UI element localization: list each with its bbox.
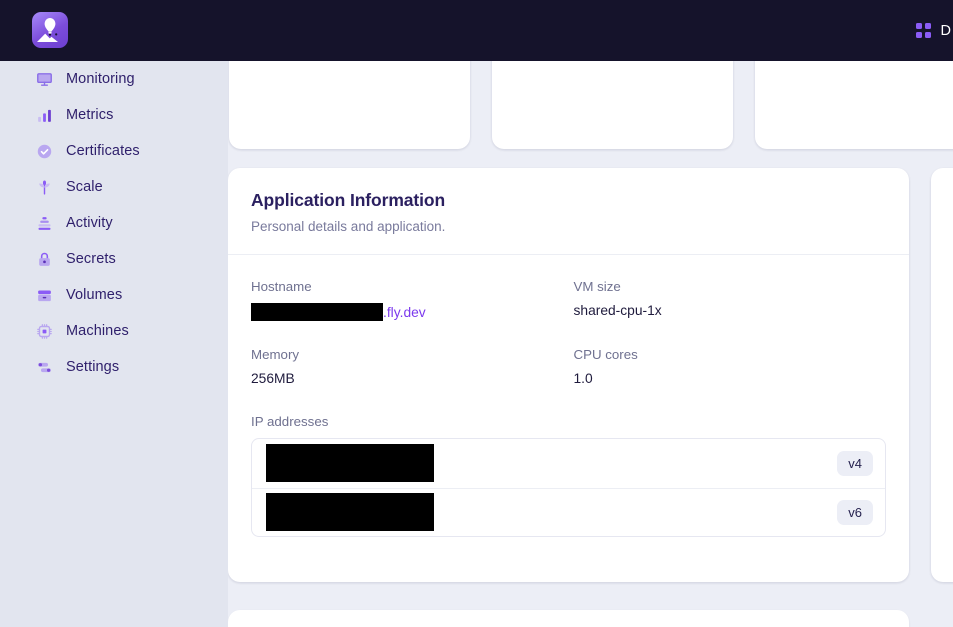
ip-address-list: v4 v6 [251,438,886,537]
grid-icon[interactable] [916,23,931,38]
field-value: 1.0 [574,371,887,386]
user-menu-label[interactable]: D [941,23,951,39]
field-label: VM size [574,279,887,294]
field-label: IP addresses [251,414,886,429]
sidebar-item-monitoring[interactable]: Monitoring [0,61,228,97]
sidebar-item-secrets[interactable]: Secrets [0,241,228,277]
sidebar-item-settings[interactable]: Settings [0,349,228,385]
sidebar-item-label: Activity [66,216,113,231]
field-vm-size: VM size shared-cpu-1x [574,279,887,321]
field-hostname: Hostname .fly.dev [251,279,564,321]
header-right-group: D [916,0,953,61]
cpu-chip-icon [35,322,53,340]
field-value: shared-cpu-1x [574,303,887,318]
ip-addresses-section: IP addresses v4 v6 [251,414,886,537]
sidebar-item-label: Volumes [66,288,122,303]
check-badge-icon [35,142,53,160]
sidebar-item-label: Certificates [66,144,140,159]
field-label: Memory [251,347,564,362]
sidebar-item-metrics[interactable]: Metrics [0,97,228,133]
app-root: 18 B/s 10 B/s 228 MB/238 MB [0,0,953,627]
sidebar-item-label: Machines [66,324,129,339]
sidebar-item-volumes[interactable]: Volumes [0,277,228,313]
redacted-hostname [251,303,383,321]
sidebar: Monitoring Metrics [0,0,228,627]
redacted-ip-v4 [266,444,434,482]
sidebar-item-label: Scale [66,180,103,195]
bottom-card [228,610,909,627]
sidebar-nav: Monitoring Metrics [0,61,228,385]
status-badge: v6 [837,500,873,525]
bar-chart-icon [35,106,53,124]
card-header: Application Information Personal details… [228,168,909,254]
sliders-icon [35,358,53,376]
top-header: D [0,0,953,61]
status-badge: v4 [837,451,873,476]
field-label: Hostname [251,279,564,294]
redacted-ip-v6 [266,493,434,531]
sidebar-item-label: Secrets [66,252,116,267]
sidebar-item-label: Monitoring [66,72,135,87]
sidebar-item-activity[interactable]: Activity [0,205,228,241]
field-value: .fly.dev [251,303,564,321]
panels-row: Application Information Personal details… [228,168,953,582]
list-item[interactable]: v6 [252,488,885,537]
fly-io-logo[interactable] [32,12,68,48]
card-body: Hostname .fly.dev VM size shared-cpu-1x … [228,255,909,565]
info-field-grid: Hostname .fly.dev VM size shared-cpu-1x … [251,279,886,386]
sidebar-item-scale[interactable]: Scale [0,169,228,205]
field-memory: Memory 256MB [251,347,564,386]
hostname-suffix[interactable]: .fly.dev [383,305,426,320]
layers-icon [35,214,53,232]
field-label: CPU cores [574,347,887,362]
main-content: 18 B/s 10 B/s 228 MB/238 MB [228,0,953,627]
sidebar-item-label: Metrics [66,108,113,123]
sidebar-item-certificates[interactable]: Certificates [0,133,228,169]
sidebar-item-label: Settings [66,360,119,375]
volume-icon [35,286,53,304]
lock-icon [35,250,53,268]
sprout-icon [35,178,53,196]
sidebar-item-machines[interactable]: Machines [0,313,228,349]
field-value: 256MB [251,371,564,386]
monitor-icon [35,70,53,88]
page-title: Application Information [251,190,886,211]
application-information-card: Application Information Personal details… [228,168,909,582]
card-subtitle: Personal details and application. [251,219,886,234]
field-cpu-cores: CPU cores 1.0 [574,347,887,386]
secondary-card [931,168,953,582]
list-item[interactable]: v4 [252,439,885,488]
